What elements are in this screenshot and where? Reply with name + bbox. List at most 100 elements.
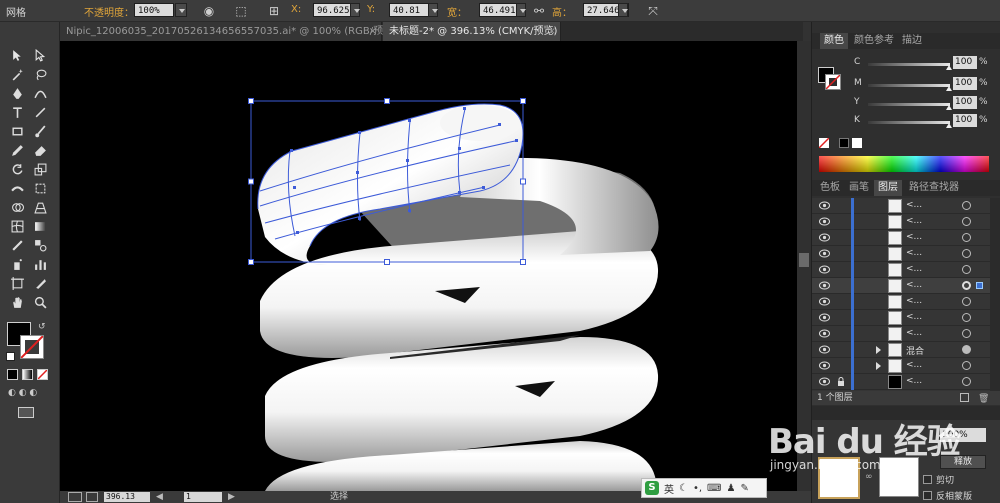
screen-mode-icon[interactable] <box>18 407 34 418</box>
stroke-swatch[interactable] <box>20 335 44 359</box>
magenta-slider[interactable] <box>868 84 950 87</box>
white-quick-swatch[interactable] <box>852 138 862 148</box>
target-icon[interactable] <box>962 361 971 370</box>
reference-point-icon[interactable]: ⊞ <box>266 3 282 19</box>
align-icon[interactable]: ⬚ <box>233 3 249 19</box>
target-icon[interactable] <box>962 377 971 386</box>
slice-icon[interactable] <box>31 275 49 292</box>
perspective-grid-icon[interactable] <box>31 199 49 216</box>
ime-language-label[interactable]: 英 <box>664 481 674 496</box>
layer-name[interactable]: <... <box>906 264 922 274</box>
target-icon[interactable] <box>962 297 971 306</box>
link-icon[interactable]: ∞ <box>865 472 873 482</box>
none-mode-icon[interactable] <box>37 369 48 380</box>
layer-row[interactable]: <... <box>812 230 990 246</box>
eye-icon[interactable] <box>819 249 830 258</box>
eye-icon[interactable] <box>819 345 830 354</box>
layer-name[interactable]: <... <box>906 296 922 306</box>
direct-selection-icon[interactable] <box>31 47 49 64</box>
vertical-scrollbar[interactable] <box>797 41 811 491</box>
column-graph-icon[interactable] <box>31 256 49 273</box>
tab-color[interactable]: 颜色 <box>820 33 848 49</box>
layer-row[interactable]: <... <box>812 262 990 278</box>
tab-untitled-2[interactable]: 未标题-2* @ 396.13% (CMYK/预览) × <box>383 22 561 41</box>
target-icon[interactable] <box>962 281 971 290</box>
release-button[interactable]: 释放 <box>940 455 986 469</box>
artboard-canvas[interactable] <box>60 41 797 491</box>
blend-icon[interactable] <box>31 237 49 254</box>
layer-name[interactable]: <... <box>906 280 922 290</box>
transform-icon[interactable]: ⤧ <box>645 3 661 19</box>
clip-checkbox[interactable] <box>923 475 932 484</box>
black-input[interactable]: 100 <box>953 114 977 127</box>
selection-indicator[interactable] <box>976 282 983 289</box>
paintbrush-icon[interactable] <box>31 123 49 140</box>
close-icon[interactable]: × <box>548 22 556 41</box>
settings-icon[interactable]: ✎ <box>740 483 748 494</box>
layer-row-selected[interactable]: <... <box>812 278 990 294</box>
tab-stroke[interactable]: 描边 <box>898 33 926 49</box>
hand-icon[interactable] <box>8 294 26 311</box>
expand-triangle-icon[interactable] <box>876 346 881 354</box>
expand-triangle-icon[interactable] <box>876 362 881 370</box>
gradient-icon[interactable] <box>31 218 49 235</box>
default-colors-icon[interactable] <box>6 352 15 361</box>
magenta-input[interactable]: 100 <box>953 77 977 90</box>
scale-icon[interactable] <box>31 161 49 178</box>
lasso-icon[interactable] <box>31 66 49 83</box>
punctuation-icon[interactable]: •, <box>693 483 702 494</box>
mesh-icon[interactable] <box>8 218 26 235</box>
sogou-logo-icon[interactable]: S <box>645 481 659 495</box>
voice-icon[interactable]: ♟ <box>726 483 735 494</box>
line-icon[interactable] <box>31 104 49 121</box>
share-icon[interactable] <box>86 492 98 502</box>
black-slider-knob[interactable] <box>946 123 952 128</box>
yellow-input[interactable]: 100 <box>953 96 977 109</box>
layer-name[interactable]: <... <box>906 312 922 322</box>
mask-thumbnail[interactable] <box>879 457 919 497</box>
delete-layer-icon[interactable]: 🗑 <box>978 392 989 406</box>
layer-row-blend-group[interactable]: 混合 <box>812 342 990 358</box>
new-layer-icon[interactable] <box>960 393 969 402</box>
eyedropper-icon[interactable] <box>8 237 26 254</box>
draw-mode-icon[interactable]: ◐ ◐ ◐ <box>8 388 38 398</box>
eye-icon[interactable] <box>819 217 830 226</box>
width-icon[interactable] <box>8 180 26 197</box>
layer-name[interactable]: <... <box>906 216 922 226</box>
target-icon[interactable] <box>962 201 971 210</box>
layer-name[interactable]: <... <box>906 248 922 258</box>
prev-artboard-icon[interactable]: ◀ <box>156 491 163 503</box>
target-icon[interactable] <box>962 313 971 322</box>
target-icon[interactable] <box>962 345 971 354</box>
selection-icon[interactable] <box>8 47 26 64</box>
layer-row-group[interactable]: <... <box>812 358 990 374</box>
layer-row-locked[interactable]: <... <box>812 374 990 390</box>
eye-icon[interactable] <box>819 297 830 306</box>
opacity-input[interactable]: 100% <box>134 3 174 17</box>
layer-row[interactable]: <... <box>812 326 990 342</box>
shape-builder-icon[interactable] <box>8 199 26 216</box>
color-mode-icon[interactable] <box>7 369 18 380</box>
color-spectrum[interactable] <box>819 156 989 172</box>
magic-wand-icon[interactable] <box>8 66 26 83</box>
rectangle-icon[interactable] <box>8 123 26 140</box>
object-thumbnail[interactable] <box>818 457 860 499</box>
gradient-mode-icon[interactable] <box>22 369 33 380</box>
type-icon[interactable] <box>8 104 26 121</box>
target-icon[interactable] <box>962 217 971 226</box>
tab-nipic[interactable]: Nipic_12006035_20170526134656557035.ai* … <box>60 22 397 41</box>
layer-row[interactable]: <... <box>812 310 990 326</box>
cyan-slider-knob[interactable] <box>946 65 952 70</box>
layer-row[interactable]: <... <box>812 214 990 230</box>
artboard-number-input[interactable]: 1 <box>184 492 222 502</box>
layer-name[interactable]: <... <box>906 200 922 210</box>
pencil-icon[interactable] <box>8 142 26 159</box>
opacity-input[interactable]: 100% <box>940 428 986 442</box>
eye-icon[interactable] <box>819 377 830 386</box>
artboard-icon[interactable] <box>8 275 26 292</box>
layer-row[interactable]: <... <box>812 294 990 310</box>
next-artboard-icon[interactable]: ▶ <box>228 491 235 503</box>
target-icon[interactable] <box>962 265 971 274</box>
lock-icon[interactable] <box>837 377 845 386</box>
keyboard-icon[interactable]: ⌨ <box>707 483 721 494</box>
